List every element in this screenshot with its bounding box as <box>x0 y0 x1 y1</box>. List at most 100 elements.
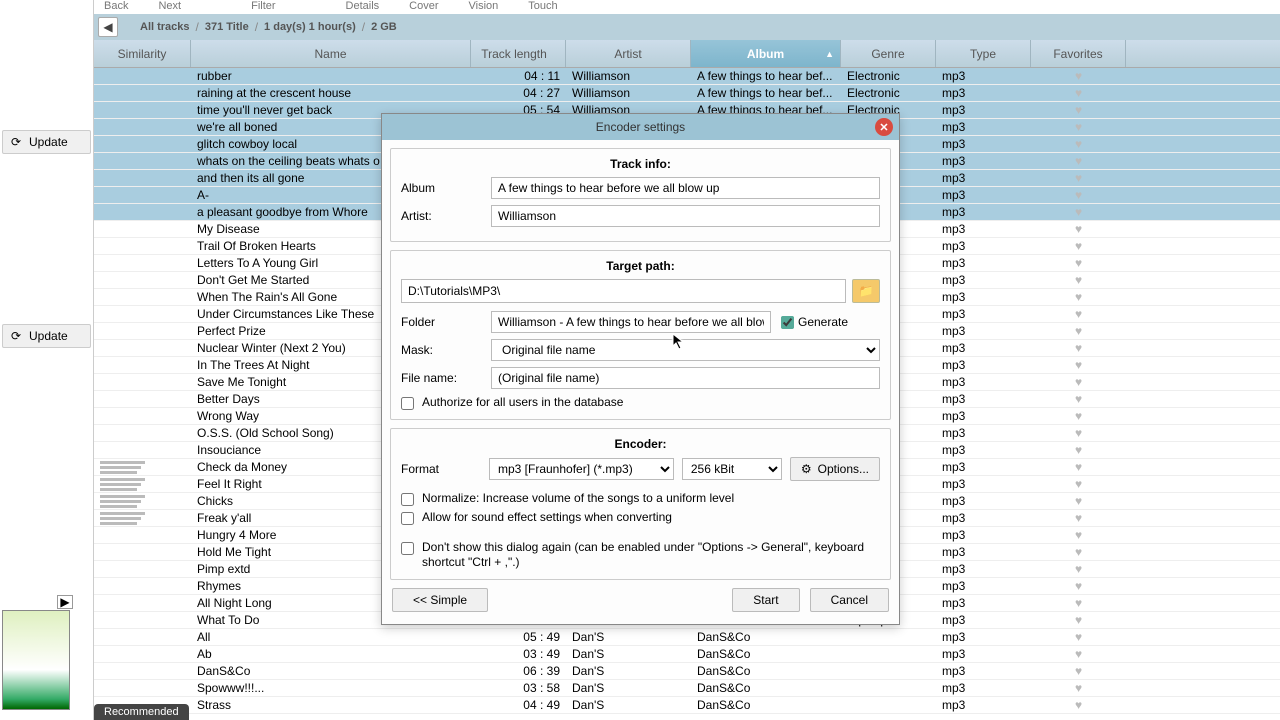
cell-favorite[interactable]: ♥ <box>1031 681 1126 695</box>
cell-favorite[interactable]: ♥ <box>1031 698 1126 712</box>
col-similarity[interactable]: Similarity <box>94 40 191 67</box>
table-row[interactable]: All 05 : 49 Dan'S DanS&Co mp3 ♥ <box>94 629 1280 646</box>
sound-fx-checkbox[interactable] <box>401 512 414 525</box>
cell-favorite[interactable]: ♥ <box>1031 392 1126 406</box>
col-name[interactable]: Name <box>191 40 471 67</box>
touch-link[interactable]: Touch <box>528 0 557 14</box>
cell-favorite[interactable]: ♥ <box>1031 256 1126 270</box>
filename-field[interactable] <box>491 367 880 389</box>
crumb-0[interactable]: All tracks <box>140 21 190 33</box>
col-length[interactable]: Track length <box>471 40 566 67</box>
cell-favorite[interactable]: ♥ <box>1031 222 1126 236</box>
table-row[interactable]: DanS&Co 06 : 39 Dan'S DanS&Co mp3 ♥ <box>94 663 1280 680</box>
cell-favorite[interactable]: ♥ <box>1031 154 1126 168</box>
cell-favorite[interactable]: ♥ <box>1031 579 1126 593</box>
mask-select[interactable]: Original file name <box>491 339 880 361</box>
play-button[interactable]: ▶ <box>57 595 73 609</box>
heart-icon: ♥ <box>1075 596 1082 610</box>
album-field[interactable] <box>491 177 880 199</box>
cell-favorite[interactable]: ♥ <box>1031 460 1126 474</box>
dont-show-checkbox[interactable] <box>401 542 414 555</box>
cancel-button[interactable]: Cancel <box>810 588 889 612</box>
col-genre[interactable]: Genre <box>841 40 936 67</box>
cell-length: 03 : 58 <box>471 681 566 695</box>
options-button[interactable]: ⚙ Options... <box>790 457 880 481</box>
crumb-3[interactable]: 2 GB <box>371 21 397 33</box>
cell-favorite[interactable]: ♥ <box>1031 103 1126 117</box>
next-link[interactable]: Next <box>158 0 181 14</box>
start-button[interactable]: Start <box>732 588 799 612</box>
cell-favorite[interactable]: ♥ <box>1031 239 1126 253</box>
table-row[interactable]: rubber 04 : 11 Williamson A few things t… <box>94 68 1280 85</box>
col-favorites[interactable]: Favorites <box>1031 40 1126 67</box>
cell-favorite[interactable]: ♥ <box>1031 511 1126 525</box>
filter-link[interactable]: Filter <box>251 0 275 14</box>
cell-favorite[interactable]: ♥ <box>1031 426 1126 440</box>
encoder-panel: Encoder: Format mp3 [Fraunhofer] (*.mp3)… <box>390 428 891 580</box>
cell-favorite[interactable]: ♥ <box>1031 409 1126 423</box>
authorize-checkbox[interactable] <box>401 397 414 410</box>
recommended-bubble[interactable]: Recommended <box>94 704 189 720</box>
folder-field[interactable] <box>491 311 771 333</box>
cell-favorite[interactable]: ♥ <box>1031 86 1126 100</box>
vision-link[interactable]: Vision <box>469 0 499 14</box>
cell-favorite[interactable]: ♥ <box>1031 273 1126 287</box>
cell-favorite[interactable]: ♥ <box>1031 664 1126 678</box>
normalize-checkbox[interactable] <box>401 493 414 506</box>
cell-length: 06 : 39 <box>471 664 566 678</box>
cell-favorite[interactable]: ♥ <box>1031 613 1126 627</box>
details-link[interactable]: Details <box>346 0 380 14</box>
browse-folder-button[interactable]: 📁 <box>852 279 880 303</box>
update-button-1[interactable]: ⟳ Update <box>2 130 91 154</box>
close-icon[interactable]: ✕ <box>875 118 893 136</box>
back-link[interactable]: Back <box>104 0 128 14</box>
cell-favorite[interactable]: ♥ <box>1031 307 1126 321</box>
cell-favorite[interactable]: ♥ <box>1031 647 1126 661</box>
update-button-2[interactable]: ⟳ Update <box>2 324 91 348</box>
col-type[interactable]: Type <box>936 40 1031 67</box>
col-artist[interactable]: Artist <box>566 40 691 67</box>
generate-checkbox[interactable] <box>781 316 794 329</box>
cell-type: mp3 <box>936 205 1031 219</box>
cell-favorite[interactable]: ♥ <box>1031 205 1126 219</box>
col-album[interactable]: Album <box>691 40 841 67</box>
cell-favorite[interactable]: ♥ <box>1031 290 1126 304</box>
cell-favorite[interactable]: ♥ <box>1031 443 1126 457</box>
path-field[interactable] <box>401 279 846 303</box>
cell-album: DanS&Co <box>691 681 841 695</box>
table-row[interactable]: Strass 04 : 49 Dan'S DanS&Co mp3 ♥ <box>94 697 1280 714</box>
nav-back-button[interactable]: ◀ <box>98 17 118 37</box>
cell-favorite[interactable]: ♥ <box>1031 562 1126 576</box>
cell-album: A few things to hear bef... <box>691 86 841 100</box>
crumb-2[interactable]: 1 day(s) 1 hour(s) <box>264 21 356 33</box>
mask-label: Mask: <box>401 343 481 357</box>
cell-name: Strass <box>191 698 471 712</box>
cell-favorite[interactable]: ♥ <box>1031 630 1126 644</box>
cell-similarity <box>94 478 191 491</box>
cell-favorite[interactable]: ♥ <box>1031 120 1126 134</box>
bitrate-select[interactable]: 256 kBit <box>682 458 782 480</box>
cell-favorite[interactable]: ♥ <box>1031 188 1126 202</box>
cell-favorite[interactable]: ♥ <box>1031 477 1126 491</box>
cell-favorite[interactable]: ♥ <box>1031 341 1126 355</box>
crumb-1[interactable]: 371 Title <box>205 21 249 33</box>
cell-favorite[interactable]: ♥ <box>1031 358 1126 372</box>
cell-favorite[interactable]: ♥ <box>1031 324 1126 338</box>
format-select[interactable]: mp3 [Fraunhofer] (*.mp3) <box>489 458 674 480</box>
heart-icon: ♥ <box>1075 273 1082 287</box>
artist-field[interactable] <box>491 205 880 227</box>
cell-favorite[interactable]: ♥ <box>1031 494 1126 508</box>
cell-favorite[interactable]: ♥ <box>1031 528 1126 542</box>
cell-favorite[interactable]: ♥ <box>1031 545 1126 559</box>
cell-favorite[interactable]: ♥ <box>1031 137 1126 151</box>
table-row[interactable]: Spowww!!!... 03 : 58 Dan'S DanS&Co mp3 ♥ <box>94 680 1280 697</box>
cell-favorite[interactable]: ♥ <box>1031 69 1126 83</box>
table-row[interactable]: Ab 03 : 49 Dan'S DanS&Co mp3 ♥ <box>94 646 1280 663</box>
update-label: Update <box>29 135 68 149</box>
cell-favorite[interactable]: ♥ <box>1031 375 1126 389</box>
simple-button[interactable]: << Simple <box>392 588 488 612</box>
cover-link[interactable]: Cover <box>409 0 438 14</box>
table-row[interactable]: raining at the crescent house 04 : 27 Wi… <box>94 85 1280 102</box>
cell-favorite[interactable]: ♥ <box>1031 171 1126 185</box>
cell-favorite[interactable]: ♥ <box>1031 596 1126 610</box>
